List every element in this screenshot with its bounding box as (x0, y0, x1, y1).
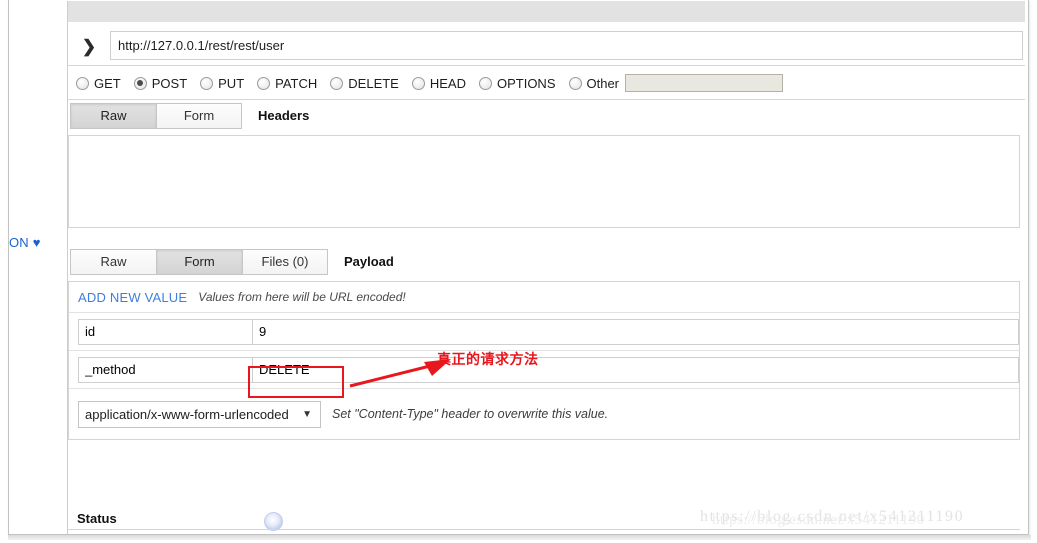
payload-value-input-id[interactable] (253, 318, 1019, 345)
method-option-delete[interactable]: DELETE (330, 76, 399, 91)
add-new-value-link[interactable]: ADD NEW VALUE (78, 290, 187, 305)
method-label-post: POST (151, 75, 188, 91)
annotation-note-text: 真正的请求方法 (437, 351, 539, 367)
radio-icon-delete[interactable] (330, 76, 344, 90)
status-label: Status (77, 511, 117, 526)
content-type-select[interactable]: application/x-www-form-urlencoded (78, 400, 321, 428)
left-sidebar-strip (9, 1, 68, 534)
url-input[interactable] (110, 31, 1023, 60)
method-option-head[interactable]: HEAD (411, 75, 466, 91)
payload-tabstrip: Raw Form Files (0) Payload (68, 248, 1025, 275)
heart-icon: ♥ (32, 235, 41, 250)
method-label-patch: PATCH (275, 75, 318, 91)
method-option-options[interactable]: OPTIONS (478, 75, 556, 91)
content-type-select-wrap[interactable]: application/x-www-form-urlencoded ▼ (78, 400, 321, 428)
payload-section: Raw Form Files (0) Payload ADD NEW VALUE… (68, 248, 1025, 440)
payload-tab-form[interactable]: Form (156, 249, 242, 275)
radio-icon-options[interactable] (478, 76, 492, 90)
headers-tab-raw[interactable]: Raw (70, 103, 156, 129)
content-type-hint: Set "Content-Type" header to overwrite t… (332, 407, 609, 421)
radio-icon-other[interactable] (568, 76, 582, 90)
headers-textarea[interactable] (68, 135, 1020, 228)
payload-row-id (69, 313, 1019, 351)
other-method-input[interactable] (625, 74, 784, 92)
top-toolbar-band (68, 1, 1025, 23)
radio-icon-put[interactable] (200, 76, 214, 90)
request-panel: ❯ GET POST PUT PATCH DELETE HEAD (68, 22, 1025, 534)
radio-icon-patch[interactable] (257, 76, 271, 90)
method-label-options: OPTIONS (496, 75, 556, 91)
url-row: ❯ (68, 31, 1025, 66)
window-bottom-shadow (8, 535, 1031, 540)
chevron-right-icon[interactable]: ❯ (68, 31, 110, 61)
payload-add-row: ADD NEW VALUE Values from here will be U… (69, 282, 1019, 313)
method-label-head: HEAD (429, 75, 466, 91)
method-label-delete: DELETE (348, 75, 399, 91)
headers-tabstrip: Raw Form Headers (68, 102, 1025, 129)
method-label-other: Other (586, 75, 620, 91)
payload-section-title: Payload (344, 254, 394, 269)
headers-section-title: Headers (258, 108, 310, 123)
method-option-other[interactable]: Other (568, 74, 784, 92)
method-label-put: PUT (218, 75, 245, 91)
http-method-radio-group: GET POST PUT PATCH DELETE HEAD OPTIONS O… (68, 67, 1025, 100)
json-fragment-label: ON (9, 235, 29, 250)
status-divider (68, 529, 1020, 530)
method-option-put[interactable]: PUT (200, 76, 244, 91)
method-option-post[interactable]: POST (133, 75, 188, 91)
headers-section: Raw Form Headers (68, 102, 1025, 231)
radio-icon-head[interactable] (411, 76, 425, 90)
method-option-patch[interactable]: PATCH (257, 76, 317, 91)
radio-icon-post[interactable] (133, 76, 147, 90)
payload-tab-raw[interactable]: Raw (70, 249, 156, 275)
payload-value-input-method[interactable] (253, 356, 1019, 383)
payload-body: ADD NEW VALUE Values from here will be U… (68, 281, 1020, 440)
radio-icon-get[interactable] (76, 76, 89, 90)
url-encode-hint: Values from here will be URL encoded! (198, 290, 406, 304)
json-sidebar-fragment[interactable]: ON ♥ (9, 235, 41, 250)
payload-key-input-id[interactable] (78, 318, 253, 345)
headers-tab-form[interactable]: Form (156, 103, 242, 129)
method-label-get: GET (94, 75, 121, 91)
watermark-text-overlay: https://blog.csdn.net/x541211190 (712, 512, 925, 528)
payload-key-input-method[interactable] (78, 356, 253, 383)
payload-row-method (69, 351, 1019, 389)
content-type-row: application/x-www-form-urlencoded ▼ Set … (69, 389, 1019, 439)
payload-tab-files[interactable]: Files (0) (242, 249, 328, 275)
method-option-get[interactable]: GET (76, 76, 121, 91)
